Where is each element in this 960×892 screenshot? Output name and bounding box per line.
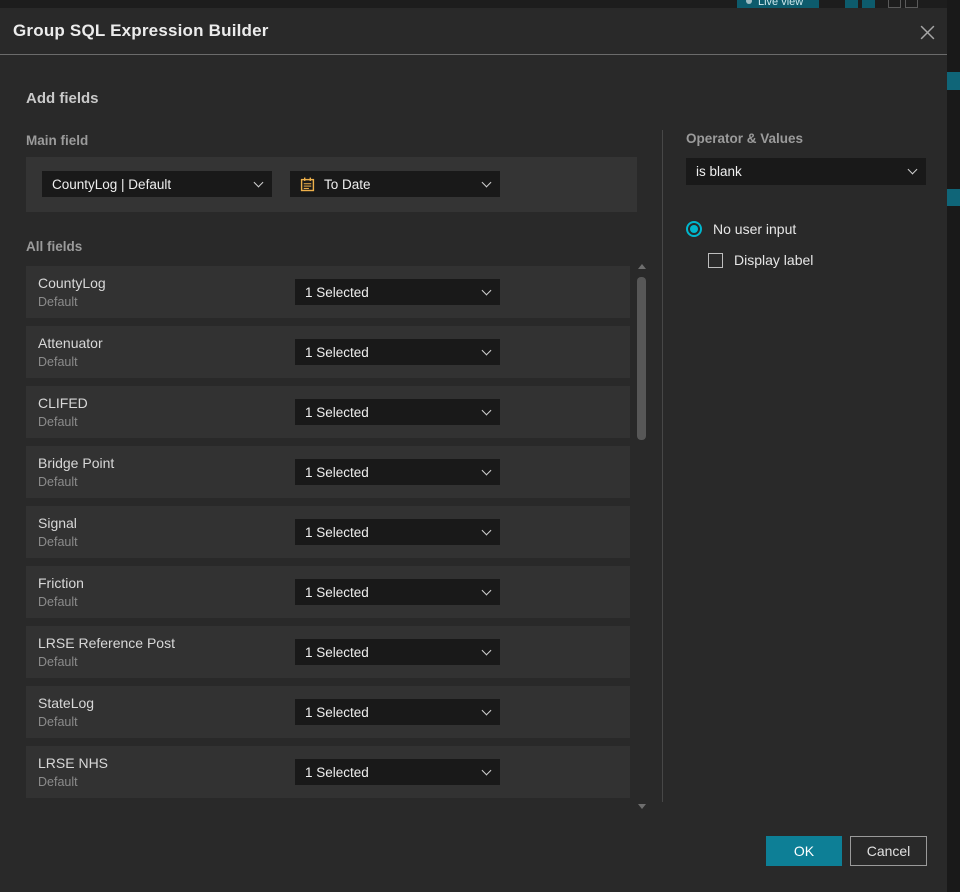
- ok-button[interactable]: OK: [766, 836, 842, 866]
- chevron-down-icon: [481, 525, 492, 535]
- field-selected-dropdown-label: 1 Selected: [305, 644, 369, 660]
- chevron-down-icon: [253, 177, 264, 187]
- close-icon[interactable]: [913, 18, 941, 46]
- checkbox-unchecked-icon: [708, 252, 723, 268]
- field-selected-dropdown-label: 1 Selected: [305, 404, 369, 420]
- dialog-title: Group SQL Expression Builder: [13, 21, 269, 40]
- field-row: CLIFED Default 1 Selected: [26, 386, 630, 438]
- operator-dropdown[interactable]: is blank: [686, 158, 926, 185]
- field-selected-dropdown-label: 1 Selected: [305, 764, 369, 780]
- field-selected-dropdown-label: 1 Selected: [305, 464, 369, 480]
- toolbar-box-icon[interactable]: [905, 0, 918, 8]
- field-type-dropdown[interactable]: To Date: [290, 171, 500, 197]
- field-name: Friction: [38, 575, 84, 591]
- field-type-dropdown-value: To Date: [324, 176, 371, 192]
- live-view-button[interactable]: Live view: [737, 0, 819, 8]
- field-name: StateLog: [38, 695, 95, 711]
- chevron-down-icon: [481, 645, 492, 655]
- field-selected-dropdown-label: 1 Selected: [305, 704, 369, 720]
- field-selected-dropdown[interactable]: 1 Selected: [295, 579, 500, 605]
- fields-scrollbar[interactable]: [636, 261, 648, 813]
- field-selected-dropdown[interactable]: 1 Selected: [295, 399, 500, 425]
- field-row: LRSE Reference Post Default 1 Selected: [26, 626, 630, 678]
- field-subtitle: Default: [38, 775, 78, 789]
- live-dot-icon: [746, 0, 752, 4]
- field-selected-dropdown-label: 1 Selected: [305, 284, 369, 300]
- field-subtitle: Default: [38, 295, 78, 309]
- all-fields-label: All fields: [26, 239, 83, 254]
- toolbar-box-icon[interactable]: [862, 0, 875, 8]
- radio-selected-icon: [686, 221, 702, 237]
- toolbar-box-icon[interactable]: [845, 0, 858, 8]
- no-user-input-radio[interactable]: No user input: [686, 221, 796, 237]
- operator-dropdown-value: is blank: [696, 164, 742, 179]
- live-view-label: Live view: [758, 0, 804, 8]
- chevron-down-icon: [481, 285, 492, 295]
- background-app-side-strip: [947, 0, 960, 892]
- toolbar-box-icon[interactable]: [888, 0, 901, 8]
- field-selected-dropdown-label: 1 Selected: [305, 344, 369, 360]
- field-selected-dropdown[interactable]: 1 Selected: [295, 759, 500, 785]
- side-strip-item: [947, 72, 960, 90]
- chevron-down-icon: [481, 765, 492, 775]
- operator-values-heading: Operator & Values: [686, 131, 804, 146]
- field-row: CountyLog Default 1 Selected: [26, 266, 630, 318]
- field-name: Attenuator: [38, 335, 103, 351]
- field-subtitle: Default: [38, 535, 78, 549]
- dialog-header: Group SQL Expression Builder: [0, 8, 947, 55]
- field-row: Attenuator Default 1 Selected: [26, 326, 630, 378]
- field-subtitle: Default: [38, 355, 78, 369]
- main-field-dropdown-value: CountyLog | Default: [52, 176, 172, 192]
- field-selected-dropdown[interactable]: 1 Selected: [295, 699, 500, 725]
- scroll-down-icon[interactable]: [638, 804, 646, 809]
- panel-divider: [662, 130, 663, 802]
- main-field-dropdown[interactable]: CountyLog | Default: [42, 171, 272, 197]
- field-name: CLIFED: [38, 395, 88, 411]
- side-strip-item: [947, 189, 960, 206]
- field-subtitle: Default: [38, 715, 78, 729]
- field-selected-dropdown[interactable]: 1 Selected: [295, 279, 500, 305]
- field-selected-dropdown-label: 1 Selected: [305, 584, 369, 600]
- field-name: LRSE Reference Post: [38, 635, 175, 651]
- chevron-down-icon: [481, 705, 492, 715]
- field-subtitle: Default: [38, 655, 78, 669]
- no-user-input-label: No user input: [713, 221, 797, 237]
- chevron-down-icon: [907, 164, 918, 175]
- field-row: StateLog Default 1 Selected: [26, 686, 630, 738]
- field-name: Signal: [38, 515, 77, 531]
- display-label-label: Display label: [734, 252, 814, 268]
- field-row: Signal Default 1 Selected: [26, 506, 630, 558]
- field-row: LRSE NHS Default 1 Selected: [26, 746, 630, 798]
- field-name: LRSE NHS: [38, 755, 109, 771]
- field-name: Bridge Point: [38, 455, 115, 471]
- chevron-down-icon: [481, 177, 492, 187]
- chevron-down-icon: [481, 405, 492, 415]
- field-subtitle: Default: [38, 595, 78, 609]
- scroll-up-icon[interactable]: [638, 264, 646, 269]
- chevron-down-icon: [481, 585, 492, 595]
- field-selected-dropdown[interactable]: 1 Selected: [295, 459, 500, 485]
- screen: Live view Group SQL Expression Builder A…: [0, 0, 960, 892]
- background-app-topbar: Live view: [0, 0, 947, 8]
- scrollbar-thumb[interactable]: [637, 277, 646, 440]
- main-field-panel: CountyLog | Default To Date: [26, 157, 637, 212]
- field-row: Bridge Point Default 1 Selected: [26, 446, 630, 498]
- chevron-down-icon: [481, 465, 492, 475]
- field-selected-dropdown[interactable]: 1 Selected: [295, 639, 500, 665]
- chevron-down-icon: [481, 345, 492, 355]
- field-selected-dropdown-label: 1 Selected: [305, 524, 369, 540]
- field-selected-dropdown[interactable]: 1 Selected: [295, 339, 500, 365]
- field-selected-dropdown[interactable]: 1 Selected: [295, 519, 500, 545]
- main-field-label: Main field: [26, 133, 89, 148]
- field-subtitle: Default: [38, 475, 78, 489]
- cancel-button[interactable]: Cancel: [850, 836, 927, 866]
- field-row: Friction Default 1 Selected: [26, 566, 630, 618]
- field-subtitle: Default: [38, 415, 78, 429]
- display-label-checkbox[interactable]: Display label: [708, 252, 813, 268]
- group-sql-expression-builder-dialog: Group SQL Expression Builder Add fields …: [0, 8, 947, 892]
- field-name: CountyLog: [38, 275, 106, 291]
- add-fields-heading: Add fields: [26, 90, 99, 107]
- all-fields-list: CountyLog Default 1 Selected Attenuator …: [26, 266, 630, 798]
- calendar-icon: [300, 177, 315, 192]
